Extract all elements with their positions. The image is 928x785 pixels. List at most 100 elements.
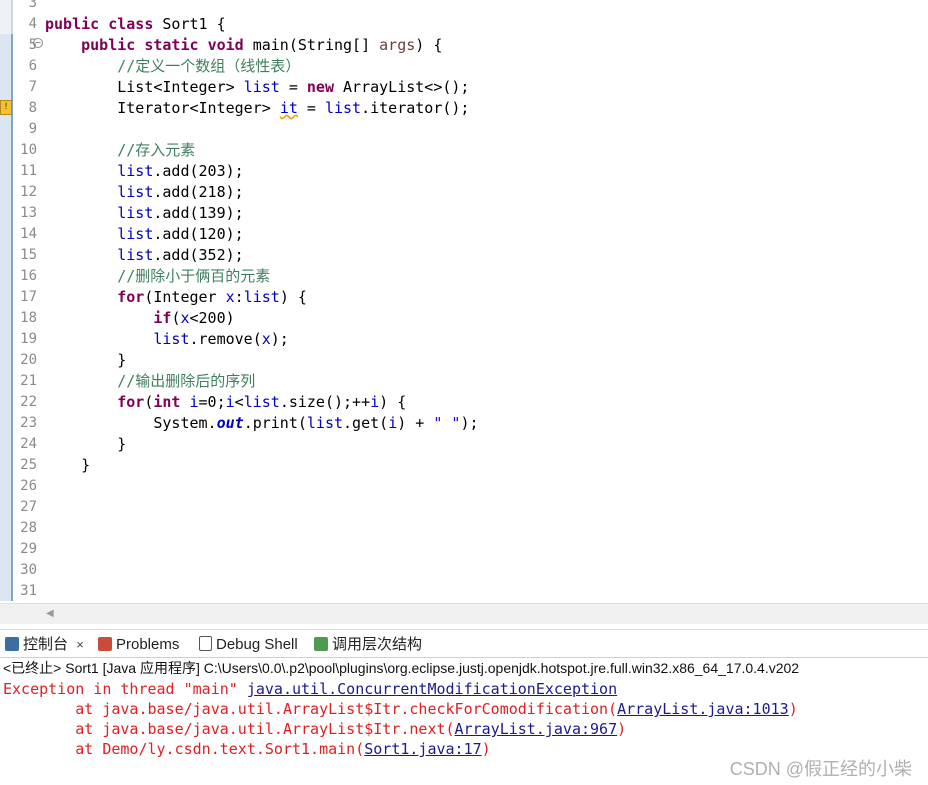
code-text: //输出删除后的序列: [117, 372, 256, 390]
stack-frame-text: at java.base/java.util.ArrayList$Itr.che…: [3, 700, 618, 718]
console-line: at java.base/java.util.ArrayList$Itr.che…: [3, 699, 798, 719]
stack-frame-link[interactable]: ArrayList.java:1013: [617, 700, 789, 718]
paren: ): [788, 700, 798, 718]
code-line[interactable]: 19 list.remove(x);: [0, 328, 928, 349]
code-line[interactable]: 18 if(x<200): [0, 307, 928, 328]
stack-frame-text: at java.base/java.util.ArrayList$Itr.nex…: [3, 720, 455, 738]
code-line[interactable]: 24 }: [0, 433, 928, 454]
exception-link[interactable]: java.util.ConcurrentModificationExceptio…: [247, 680, 617, 698]
console-line: at Demo/ly.csdn.text.Sort1.main(Sort1.ja…: [3, 739, 490, 759]
change-ruler: [0, 412, 13, 433]
line-number: 27: [20, 499, 37, 515]
line-number: 22: [20, 394, 37, 410]
stack-frame-text: at Demo/ly.csdn.text.Sort1.main(: [3, 740, 365, 758]
code-text: list.remove(x);: [153, 330, 289, 348]
code-line[interactable]: 13 list.add(139);: [0, 202, 928, 223]
line-number: 16: [20, 268, 37, 284]
code-line[interactable]: 28: [0, 517, 928, 538]
code-line[interactable]: 31: [0, 580, 928, 601]
change-ruler: [0, 244, 13, 265]
code-text: if(x<200): [153, 309, 235, 327]
change-ruler: [0, 391, 13, 412]
change-ruler: [0, 454, 13, 475]
code-text: }: [45, 435, 127, 453]
line-number: 20: [20, 352, 37, 368]
line-number: 29: [20, 541, 37, 557]
line-number: 9: [28, 121, 37, 137]
change-ruler: [0, 202, 13, 223]
change-ruler: [0, 265, 13, 286]
code-line[interactable]: 10 //存入元素: [0, 139, 928, 160]
code-text: //存入元素: [117, 141, 196, 159]
change-ruler: [0, 0, 13, 13]
code-line[interactable]: 30: [0, 559, 928, 580]
change-ruler: [0, 76, 13, 97]
line-number: 19: [20, 331, 37, 347]
code-line[interactable]: 11 list.add(203);: [0, 160, 928, 181]
code-line[interactable]: 25 }: [0, 454, 928, 475]
change-ruler: [0, 475, 13, 496]
change-ruler: [0, 139, 13, 160]
change-ruler: [0, 13, 13, 34]
code-line[interactable]: 9: [0, 118, 928, 139]
code-line[interactable]: 21 //输出删除后的序列: [0, 370, 928, 391]
code-text: }: [45, 456, 91, 474]
tab-call-hierarchy-label: 调用层次结构: [332, 636, 423, 653]
fold-toggle-icon[interactable]: −: [33, 38, 43, 48]
change-ruler: [0, 433, 13, 454]
tab-problems[interactable]: Problems: [98, 635, 179, 655]
code-line[interactable]: 4 public class Sort1 {: [0, 13, 928, 34]
code-editor[interactable]: 3 4 public class Sort1 {5− public static v…: [0, 0, 928, 603]
change-ruler: [0, 496, 13, 517]
line-number: 4: [28, 16, 37, 32]
tab-call-hierarchy[interactable]: 调用层次结构: [314, 635, 422, 655]
console-icon: [5, 637, 19, 651]
code-text: for(Integer x:list) {: [117, 288, 307, 306]
code-line[interactable]: 6 //定义一个数组（线性表）: [0, 55, 928, 76]
code-text: //定义一个数组（线性表）: [117, 57, 301, 75]
change-ruler: [0, 328, 13, 349]
line-number: 30: [20, 562, 37, 578]
code-line[interactable]: 16 //删除小于俩百的元素: [0, 265, 928, 286]
problems-icon: [98, 637, 112, 651]
change-ruler: [0, 349, 13, 370]
tab-problems-label: Problems: [116, 636, 180, 653]
code-line[interactable]: 27: [0, 496, 928, 517]
code-line[interactable]: 23 System.out.print(list.get(i) + " ");: [0, 412, 928, 433]
code-text: list.add(120);: [117, 225, 244, 243]
code-text: for(int i=0;i<list.size();++i) {: [117, 393, 407, 411]
line-number: 15: [20, 247, 37, 263]
change-ruler: [0, 223, 13, 244]
change-ruler: [0, 538, 13, 559]
warning-icon[interactable]: !: [0, 100, 12, 115]
code-text: //删除小于俩百的元素: [117, 267, 271, 285]
code-text: list.add(218);: [117, 183, 244, 201]
code-line[interactable]: 14 list.add(120);: [0, 223, 928, 244]
code-line[interactable]: 26: [0, 475, 928, 496]
code-line[interactable]: 22 for(int i=0;i<list.size();++i) {: [0, 391, 928, 412]
code-text: list.add(139);: [117, 204, 244, 222]
change-ruler: [0, 559, 13, 580]
code-text: List<Integer> list = new ArrayList<>();: [45, 78, 470, 96]
stack-frame-link[interactable]: ArrayList.java:967: [455, 720, 618, 738]
close-icon[interactable]: ×: [76, 637, 84, 652]
code-line[interactable]: 29: [0, 538, 928, 559]
code-line[interactable]: 20 }: [0, 349, 928, 370]
code-line[interactable]: 15 list.add(352);: [0, 244, 928, 265]
code-line[interactable]: 7 List<Integer> list = new ArrayList<>()…: [0, 76, 928, 97]
line-number: 23: [20, 415, 37, 431]
tab-console[interactable]: 控制台 ×: [5, 635, 84, 655]
code-line[interactable]: 17 for(Integer x:list) {: [0, 286, 928, 307]
line-number: 26: [20, 478, 37, 494]
change-ruler: [0, 370, 13, 391]
code-line[interactable]: ! 8 Iterator<Integer> it = list.iterator(…: [0, 97, 928, 118]
horizontal-scrollbar[interactable]: ◀: [0, 603, 928, 624]
code-line[interactable]: 3: [0, 0, 928, 13]
tab-console-label: 控制台: [23, 636, 69, 653]
scroll-left-icon[interactable]: ◀: [46, 608, 54, 619]
code-line[interactable]: 5− public static void main(String[] args…: [0, 34, 928, 55]
line-number: 11: [20, 163, 37, 179]
stack-frame-link[interactable]: Sort1.java:17: [364, 740, 481, 758]
code-line[interactable]: 12 list.add(218);: [0, 181, 928, 202]
tab-debug-shell[interactable]: Debug Shell: [199, 635, 298, 655]
